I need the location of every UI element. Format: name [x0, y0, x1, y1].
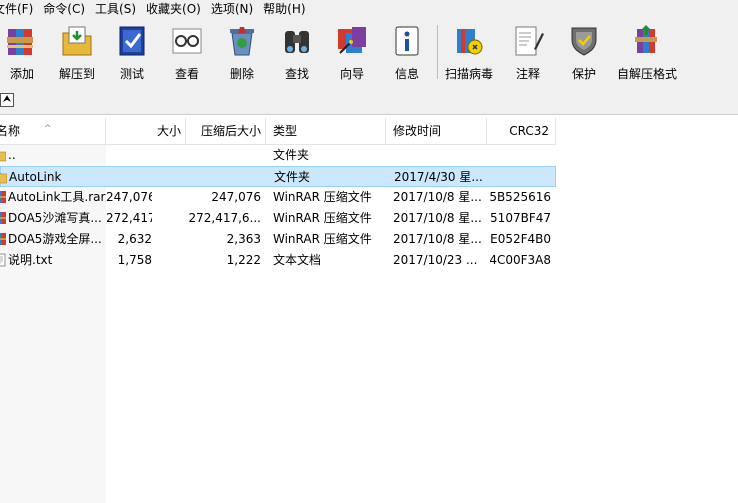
sfx-archive-icon	[629, 23, 665, 59]
wizard-button[interactable]: 向导	[324, 23, 380, 83]
folder-icon	[0, 172, 7, 184]
info-label: 信息	[394, 67, 419, 81]
test-button[interactable]: 测试	[104, 23, 160, 83]
info-icon	[389, 23, 425, 59]
sort-ascending-icon: ^	[44, 124, 52, 134]
column-header-crc32[interactable]: CRC32	[487, 118, 556, 144]
text-file-icon	[0, 253, 6, 267]
books-icon	[4, 23, 40, 59]
column-header-name[interactable]: ^ 名称	[0, 118, 106, 144]
list-item[interactable]: 说明.txt 1,758 1,222 文本文档 2017/10/23 ... 4…	[0, 250, 556, 271]
column-header-type[interactable]: 类型	[266, 118, 386, 144]
virus-scan-icon	[451, 23, 487, 59]
file-list: ^ 名称 大小 压缩后大小 类型 修改时间 CRC32 .. 文件夹 AutoL…	[0, 118, 738, 503]
virus-scan-button[interactable]: 扫描病毒	[441, 23, 497, 83]
menu-favorites[interactable]: 收藏夹(O)	[141, 0, 206, 19]
recycle-bin-icon	[224, 23, 260, 59]
find-button[interactable]: 查找	[269, 23, 325, 83]
wizard-icon	[334, 23, 370, 59]
comment-button[interactable]: 注释	[500, 23, 556, 83]
info-button[interactable]: 信息	[379, 23, 435, 83]
extract-to-button[interactable]: 解压到	[49, 23, 105, 83]
shield-icon	[566, 23, 602, 59]
menu-tools[interactable]: 工具(S)	[90, 0, 141, 19]
sfx-label: 自解压格式	[617, 67, 678, 81]
menu-help[interactable]: 帮助(H)	[258, 0, 310, 19]
wizard-label: 向导	[339, 67, 364, 81]
protect-button[interactable]: 保护	[556, 23, 612, 83]
delete-button[interactable]: 删除	[214, 23, 270, 83]
list-item[interactable]: DOA5沙滩写真... 272,417,6... 272,417,6... Wi…	[0, 208, 556, 229]
test-label: 测试	[119, 67, 144, 81]
path-bar: ⮝	[0, 87, 738, 115]
virus-scan-label: 扫描病毒	[444, 67, 493, 81]
add-button[interactable]: 添加	[0, 23, 50, 83]
view-label: 查看	[174, 67, 199, 81]
toolbar-separator	[437, 25, 438, 79]
toolbar: 添加 解压到 测试 查看 删除 查找 向导 信息 扫描病毒 注释 保护 自解压格…	[0, 19, 738, 88]
menu-file[interactable]: 文件(F)	[0, 0, 38, 19]
menu-options[interactable]: 选项(N)	[206, 0, 258, 19]
menu-bar: 文件(F) 命令(C) 工具(S) 收藏夹(O) 选项(N) 帮助(H)	[0, 0, 738, 19]
list-item[interactable]: DOA5游戏全屏... 2,632 2,363 WinRAR 压缩文件 2017…	[0, 229, 556, 250]
add-label: 添加	[9, 67, 34, 81]
test-check-icon	[114, 23, 150, 59]
protect-label: 保护	[571, 67, 596, 81]
rar-archive-icon	[0, 191, 6, 203]
parent-folder-icon	[0, 151, 6, 162]
binoculars-icon	[279, 23, 315, 59]
menu-commands[interactable]: 命令(C)	[38, 0, 90, 19]
list-item[interactable]: AutoLink 文件夹 2017/4/30 星...	[0, 166, 556, 187]
column-header-size[interactable]: 大小	[106, 118, 186, 144]
comment-label: 注释	[515, 67, 540, 81]
list-item[interactable]: .. 文件夹	[0, 145, 556, 166]
glasses-icon	[169, 23, 205, 59]
column-header-packed[interactable]: 压缩后大小	[186, 118, 266, 144]
find-label: 查找	[284, 67, 309, 81]
extract-to-label: 解压到	[58, 67, 95, 81]
column-header-modified[interactable]: 修改时间	[386, 118, 487, 144]
view-button[interactable]: 查看	[159, 23, 215, 83]
list-header: ^ 名称 大小 压缩后大小 类型 修改时间 CRC32	[0, 118, 556, 145]
list-item[interactable]: AutoLink工具.rar 247,076 247,076 WinRAR 压缩…	[0, 187, 556, 208]
extract-folder-icon	[59, 23, 95, 59]
rar-archive-icon	[0, 233, 6, 245]
up-folder-icon[interactable]: ⮝	[0, 93, 14, 107]
comment-pen-icon	[510, 23, 546, 59]
rar-archive-icon	[0, 212, 6, 224]
sfx-button[interactable]: 自解压格式	[617, 23, 678, 83]
delete-label: 删除	[229, 67, 254, 81]
